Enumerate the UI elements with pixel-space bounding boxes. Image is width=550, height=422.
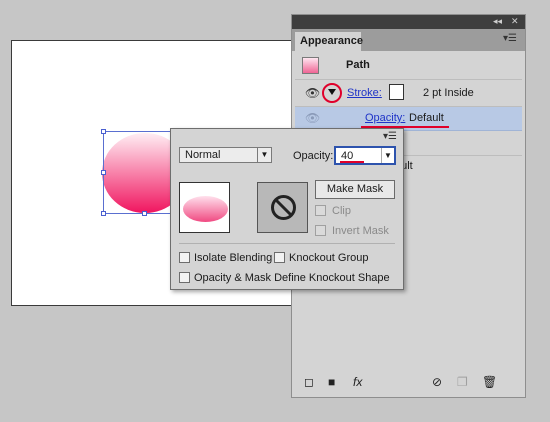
knockout-group-label: Knockout Group bbox=[289, 252, 369, 264]
divider bbox=[179, 243, 395, 244]
isolate-blending-checkbox[interactable] bbox=[179, 252, 190, 263]
stroke-value: 2 pt Inside bbox=[423, 87, 474, 99]
blend-mode-value: Normal bbox=[185, 149, 221, 161]
clip-checkbox[interactable] bbox=[315, 205, 326, 216]
bbox-handle[interactable] bbox=[101, 211, 106, 216]
tab-appearance[interactable]: Appearance bbox=[295, 32, 363, 51]
no-mask-icon bbox=[271, 195, 296, 220]
stroke-color-swatch[interactable] bbox=[389, 84, 404, 100]
chevron-down-icon[interactable]: ▼ bbox=[257, 148, 271, 162]
red-underline-annotation bbox=[340, 161, 364, 163]
add-new-stroke-icon[interactable]: ◻ bbox=[304, 375, 314, 389]
panel-tab-bar: Appearance ▾☰ bbox=[292, 29, 525, 51]
bbox-handle[interactable] bbox=[101, 170, 106, 175]
mask-preview[interactable] bbox=[257, 182, 308, 233]
opacity-label: Opacity: bbox=[293, 150, 334, 162]
knockout-group-checkbox[interactable] bbox=[274, 252, 285, 263]
panel-bottom-toolbar: ◻ ■ fx ⊘ ❐ 🗑 bbox=[292, 369, 525, 397]
delete-icon[interactable]: 🗑 bbox=[482, 375, 497, 389]
invert-mask-checkbox[interactable] bbox=[315, 225, 326, 236]
collapse-icon[interactable]: ◂◂ bbox=[493, 16, 502, 27]
transparency-popup: ▾☰ Normal ▼ Opacity: 40 ▼ Make Mask Clip… bbox=[170, 128, 404, 290]
clip-label: Clip bbox=[332, 205, 351, 217]
artwork-thumbnail bbox=[183, 196, 228, 222]
opacity-link[interactable]: Opacity: bbox=[365, 112, 405, 124]
stroke-link[interactable]: Stroke: bbox=[347, 87, 382, 99]
disclosure-triangle-icon[interactable] bbox=[328, 89, 336, 95]
close-icon[interactable]: ✕ bbox=[511, 16, 519, 27]
clear-appearance-icon[interactable]: ⊘ bbox=[432, 375, 442, 389]
path-label: Path bbox=[346, 59, 370, 71]
visibility-eye-icon[interactable]: 👁 bbox=[305, 111, 320, 125]
bbox-handle[interactable] bbox=[101, 129, 106, 134]
artwork-preview[interactable] bbox=[179, 182, 230, 233]
opacity-mask-knockout-label: Opacity & Mask Define Knockout Shape bbox=[194, 272, 390, 284]
visibility-eye-icon[interactable]: 👁 bbox=[305, 86, 320, 100]
fx-icon[interactable]: fx bbox=[353, 375, 362, 389]
opacity-mask-knockout-checkbox[interactable] bbox=[179, 272, 190, 283]
make-mask-button[interactable]: Make Mask bbox=[315, 180, 395, 199]
path-thumbnail bbox=[302, 57, 319, 74]
isolate-blending-label: Isolate Blending bbox=[194, 252, 273, 264]
invert-mask-label: Invert Mask bbox=[332, 225, 389, 237]
panel-menu-icon[interactable]: ▾☰ bbox=[503, 33, 517, 44]
chevron-down-icon[interactable]: ▼ bbox=[381, 148, 394, 163]
opacity-value: Default bbox=[409, 112, 444, 124]
add-new-fill-icon[interactable]: ■ bbox=[328, 375, 335, 389]
opacity-input[interactable]: 40 ▼ bbox=[334, 146, 396, 165]
path-row[interactable]: Path bbox=[295, 52, 522, 80]
panel-title-bar[interactable]: ◂◂ ✕ bbox=[292, 15, 525, 29]
blend-mode-select[interactable]: Normal ▼ bbox=[179, 147, 272, 163]
popup-menu-icon[interactable]: ▾☰ bbox=[383, 131, 397, 142]
stroke-row[interactable]: 👁 Stroke: 2 pt Inside bbox=[295, 80, 522, 107]
bbox-handle[interactable] bbox=[142, 211, 147, 216]
duplicate-item-icon[interactable]: ❐ bbox=[457, 375, 468, 389]
